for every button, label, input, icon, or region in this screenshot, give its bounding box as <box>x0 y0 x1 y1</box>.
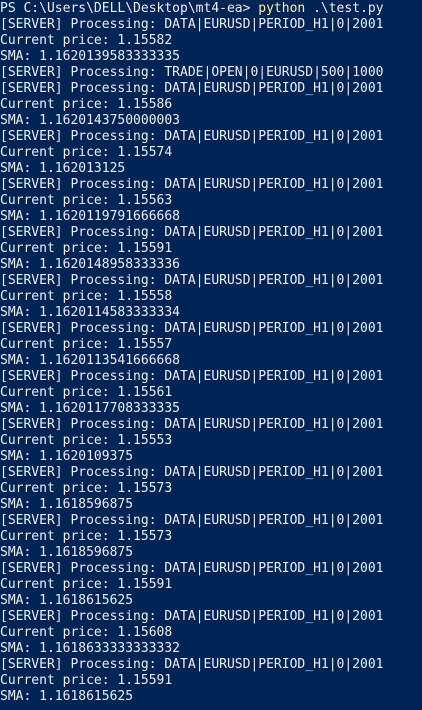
output-line: SMA: 1.1618596875 <box>0 497 134 512</box>
terminal-output: [SERVER] Processing: DATA|EURUSD|PERIOD_… <box>0 17 422 705</box>
output-line: [SERVER] Processing: DATA|EURUSD|PERIOD_… <box>0 17 384 32</box>
output-line: Current price: 1.15608 <box>0 625 173 640</box>
output-line: [SERVER] Processing: DATA|EURUSD|PERIOD_… <box>0 129 384 144</box>
output-line: SMA: 1.1620139583333335 <box>0 49 181 64</box>
output-line: [SERVER] Processing: DATA|EURUSD|PERIOD_… <box>0 417 384 432</box>
output-line: [SERVER] Processing: DATA|EURUSD|PERIOD_… <box>0 273 384 288</box>
output-line: [SERVER] Processing: DATA|EURUSD|PERIOD_… <box>0 609 384 624</box>
output-line: [SERVER] Processing: DATA|EURUSD|PERIOD_… <box>0 225 384 240</box>
output-line: [SERVER] Processing: DATA|EURUSD|PERIOD_… <box>0 81 384 96</box>
output-line: SMA: 1.1620117708333335 <box>0 401 181 416</box>
output-line: Current price: 1.15553 <box>0 433 173 448</box>
output-line: SMA: 1.1620148958333336 <box>0 257 181 272</box>
output-line: [SERVER] Processing: DATA|EURUSD|PERIOD_… <box>0 369 384 384</box>
output-line: Current price: 1.15557 <box>0 337 173 352</box>
prompt-command-args: .\test.py <box>305 1 384 16</box>
output-line: Current price: 1.15591 <box>0 673 173 688</box>
output-line: Current price: 1.15573 <box>0 481 173 496</box>
output-line: Current price: 1.15574 <box>0 145 173 160</box>
output-line: [SERVER] Processing: DATA|EURUSD|PERIOD_… <box>0 513 384 528</box>
output-line: [SERVER] Processing: DATA|EURUSD|PERIOD_… <box>0 177 384 192</box>
output-line: SMA: 1.1620143750000003 <box>0 113 181 128</box>
terminal-window[interactable]: PS C:\Users\DELL\Desktop\mt4-ea> python … <box>0 0 422 710</box>
output-line: [SERVER] Processing: DATA|EURUSD|PERIOD_… <box>0 561 384 576</box>
output-line: Current price: 1.15558 <box>0 289 173 304</box>
prompt-path: PS C:\Users\DELL\Desktop\mt4-ea> <box>0 1 259 16</box>
output-line: SMA: 1.1620119791666668 <box>0 209 181 224</box>
output-line: [SERVER] Processing: DATA|EURUSD|PERIOD_… <box>0 657 384 672</box>
output-line: SMA: 1.1618615625 <box>0 689 134 704</box>
output-line: SMA: 1.1618633333333332 <box>0 641 181 656</box>
output-line: Current price: 1.15563 <box>0 193 173 208</box>
prompt-line: PS C:\Users\DELL\Desktop\mt4-ea> python … <box>0 1 422 17</box>
output-line: [SERVER] Processing: DATA|EURUSD|PERIOD_… <box>0 465 384 480</box>
output-line: SMA: 1.162013125 <box>0 161 126 176</box>
output-line: Current price: 1.15591 <box>0 577 173 592</box>
output-line: SMA: 1.1618615625 <box>0 593 134 608</box>
output-line: SMA: 1.1618596875 <box>0 545 134 560</box>
output-line: Current price: 1.15591 <box>0 241 173 256</box>
output-line: Current price: 1.15573 <box>0 529 173 544</box>
output-line: [SERVER] Processing: DATA|EURUSD|PERIOD_… <box>0 321 384 336</box>
output-line: SMA: 1.1620109375 <box>0 449 134 464</box>
output-line: Current price: 1.15586 <box>0 97 173 112</box>
output-line: Current price: 1.15561 <box>0 385 173 400</box>
output-line: [SERVER] Processing: TRADE|OPEN|0|EURUSD… <box>0 65 384 80</box>
output-line: SMA: 1.1620113541666668 <box>0 353 181 368</box>
prompt-command: python <box>258 1 306 16</box>
output-line: Current price: 1.15582 <box>0 33 173 48</box>
output-line: SMA: 1.1620114583333334 <box>0 305 181 320</box>
